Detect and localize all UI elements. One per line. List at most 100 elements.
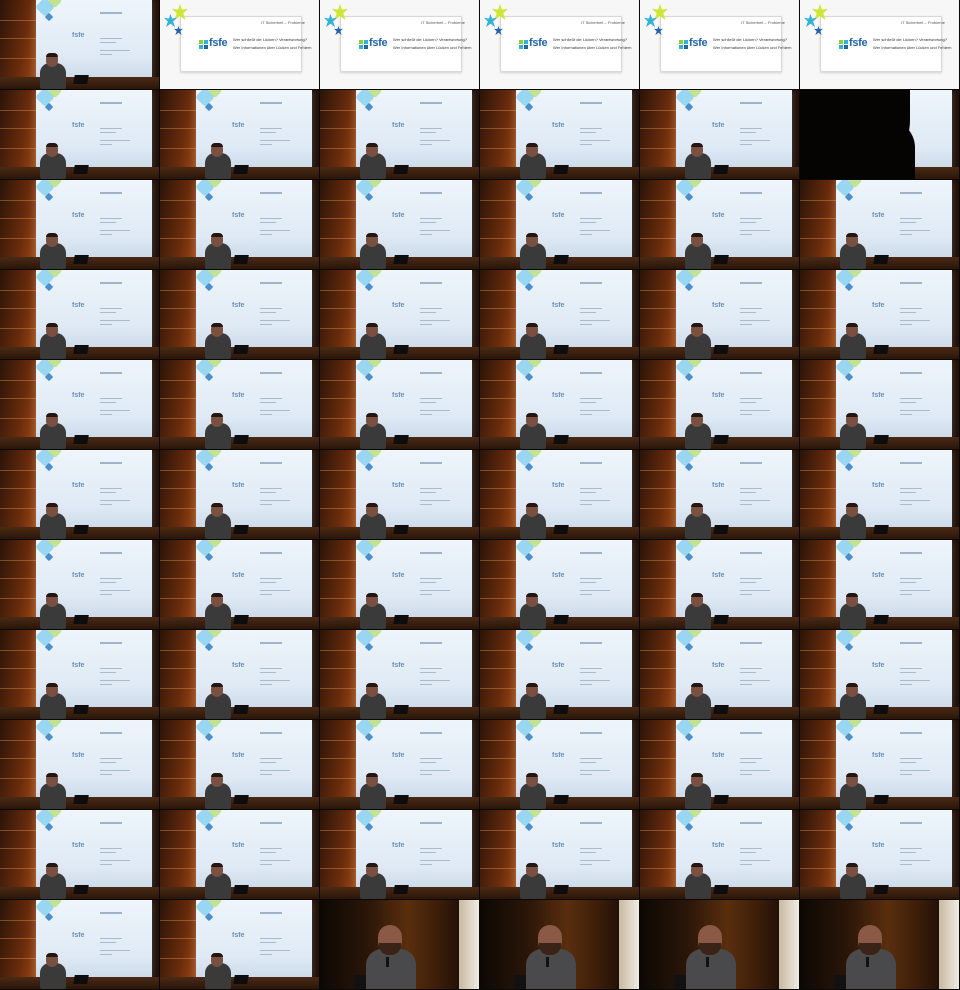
projected-logo-text: fsfe [552, 392, 565, 399]
stage-frame: fsfe [320, 360, 480, 450]
stage-frame: fsfe [0, 720, 160, 810]
laptop [713, 795, 729, 804]
projected-line [580, 144, 592, 145]
projected-line [260, 860, 290, 861]
projected-logo-text: fsfe [72, 302, 85, 309]
projected-line [900, 324, 912, 325]
laptop [73, 525, 89, 534]
projected-slide-title [740, 552, 762, 554]
projected-line [900, 680, 930, 681]
projected-slide-title [900, 282, 922, 284]
speaker-hair [691, 863, 703, 867]
projected-line [100, 144, 112, 145]
fsfe-logo-text: fsfe [849, 37, 868, 49]
projected-line [420, 504, 432, 505]
stage-frame: fsfe [800, 540, 960, 630]
projected-line [100, 942, 116, 943]
projected-line [420, 410, 450, 411]
speaker-hair [211, 143, 223, 147]
projected-slide-title [260, 102, 282, 104]
projected-line [740, 222, 756, 223]
projected-line [420, 594, 432, 595]
stage-frame: fsfe [800, 720, 960, 810]
projected-line [260, 324, 272, 325]
fsfe-logo-text: fsfe [529, 37, 548, 49]
projected-slide-title [260, 732, 282, 734]
projected-line [260, 492, 276, 493]
speaker-hair [691, 503, 703, 507]
projected-line [740, 848, 762, 849]
speaker-hair [46, 773, 58, 777]
projected-line [260, 132, 276, 133]
projected-logo-text: fsfe [872, 302, 885, 309]
stage-frame: fsfe [640, 630, 800, 720]
projected-line [100, 950, 130, 951]
projected-slide-title [260, 192, 282, 194]
projected-line [580, 128, 602, 129]
projected-slide-title [260, 462, 282, 464]
projected-slide-title [100, 822, 122, 824]
speaker-hair [366, 683, 378, 687]
speaker-hair [366, 233, 378, 237]
speaker-hair [526, 773, 538, 777]
slide-card: IT Sicherheit – Probleme fsfe Wer schlie… [180, 16, 311, 72]
fsfe-logo-text: fsfe [369, 37, 388, 49]
laptop [73, 435, 89, 444]
stage-frame: fsfe [320, 720, 480, 810]
projected-slide-title [100, 12, 122, 14]
projected-line [740, 492, 756, 493]
speaker-hair [366, 323, 378, 327]
laptop [553, 345, 569, 354]
speaker-hair [211, 683, 223, 687]
speaker-hair [211, 773, 223, 777]
speaker-hair [366, 503, 378, 507]
laptop [713, 345, 729, 354]
projected-line [260, 414, 272, 415]
projected-line [420, 770, 450, 771]
speaker-hair [846, 683, 858, 687]
stage-frame: fsfe [0, 810, 160, 900]
projected-logo-text: fsfe [392, 302, 405, 309]
stage-frame: fsfe [640, 360, 800, 450]
projected-line [580, 770, 610, 771]
projected-logo-text: fsfe [392, 212, 405, 219]
bullet: Wer schließt die Lücken? Verantwortung? [873, 37, 947, 42]
projected-slide-title [580, 192, 602, 194]
projected-line [100, 218, 122, 219]
projected-line [740, 860, 770, 861]
closeup-frame [640, 900, 800, 990]
laptop [233, 885, 249, 894]
projected-line [100, 594, 112, 595]
slide-bullets: Wer schließt die Lücken? Verantwortung? … [233, 37, 311, 53]
projected-line [580, 492, 596, 493]
projected-slide-title [420, 552, 442, 554]
projected-slide-title [740, 822, 762, 824]
projected-line [740, 398, 762, 399]
projected-line [900, 500, 930, 501]
stage-frame: fsfe [480, 720, 640, 810]
projected-line [100, 132, 116, 133]
projected-line [580, 324, 592, 325]
laptop [73, 345, 89, 354]
speaker-hair [526, 413, 538, 417]
speaker-hair [846, 863, 858, 867]
speaker-hair [846, 503, 858, 507]
projected-line [100, 402, 116, 403]
projected-slide-title [100, 372, 122, 374]
fsfe-logo-icon [199, 40, 208, 49]
projected-logo-text: fsfe [232, 752, 245, 759]
projected-line [740, 218, 762, 219]
stage-frame: fsfe [160, 900, 320, 990]
laptop [873, 795, 889, 804]
speaker-hair [366, 863, 378, 867]
projected-slide-title [260, 642, 282, 644]
laptop [73, 165, 89, 174]
projected-line [900, 582, 916, 583]
projected-line [420, 218, 442, 219]
laptop [233, 705, 249, 714]
background-light [779, 900, 799, 989]
projected-slide-title [900, 372, 922, 374]
projected-slide-title [900, 642, 922, 644]
projected-logo-text: fsfe [392, 842, 405, 849]
stage-frame: fsfe [160, 630, 320, 720]
